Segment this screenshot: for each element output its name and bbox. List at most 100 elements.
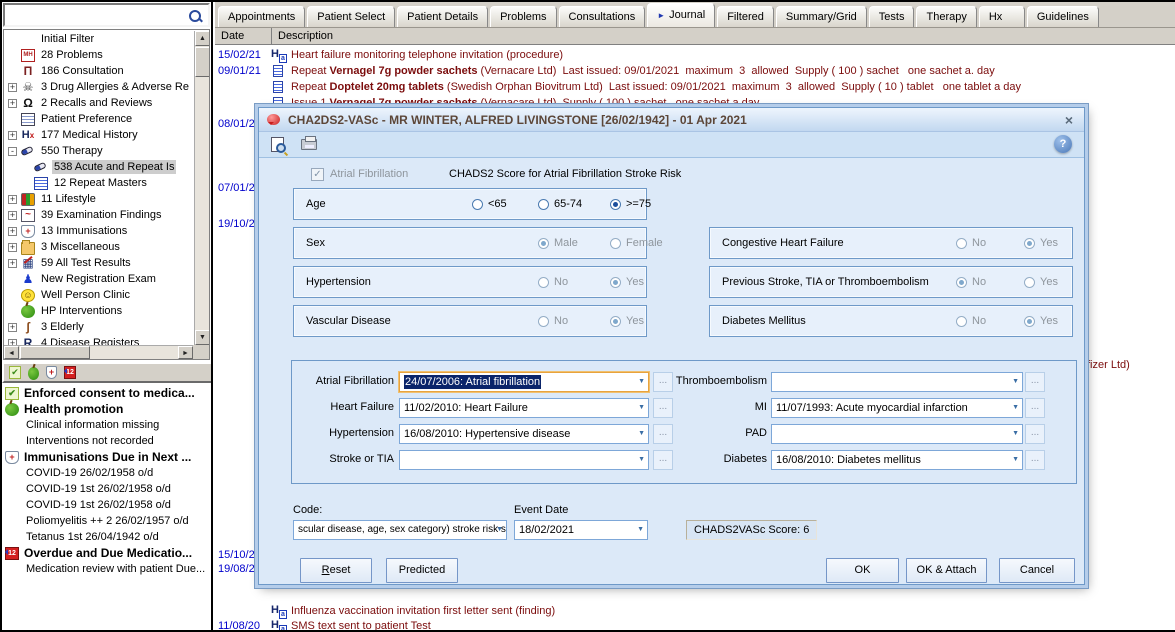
chevron-down-icon[interactable]: ▼ <box>1012 399 1019 417</box>
tree-item-recalls[interactable]: +Ω2 Recalls and Reviews <box>4 95 193 111</box>
browse-button[interactable]: ... <box>1025 424 1045 444</box>
scroll-up-icon[interactable]: ▲ <box>195 31 210 46</box>
alert-header-consent[interactable]: ✔Enforced consent to medica... <box>2 385 211 401</box>
expand-icon[interactable]: + <box>8 131 17 140</box>
browse-button[interactable]: ... <box>1025 372 1045 392</box>
radio-diabetes-no[interactable]: No <box>956 315 986 327</box>
tree-item-therapy[interactable]: -550 Therapy <box>4 143 193 159</box>
af-checkbox[interactable]: ✓ <box>311 168 324 181</box>
tree-item-all-test-results[interactable]: +▦59 All Test Results <box>4 255 193 271</box>
tree-item-lifestyle[interactable]: +11 Lifestyle <box>4 191 193 207</box>
tab-filtered[interactable]: Filtered <box>717 6 774 27</box>
alert-item[interactable]: COVID-19 1st 26/02/1958 o/d <box>2 481 211 497</box>
alert-header-immunisations[interactable]: +Immunisations Due in Next ... <box>2 449 211 465</box>
reset-button[interactable]: Reset <box>300 558 372 583</box>
tree-item-initial-filter[interactable]: Initial Filter <box>4 31 193 47</box>
expand-icon[interactable]: + <box>8 259 17 268</box>
tab-therapy[interactable]: Therapy <box>916 6 976 27</box>
tree-vertical-scrollbar[interactable]: ▲ ▼ <box>194 31 209 345</box>
dialog-titlebar[interactable]: CHA2DS2-VASc - MR WINTER, ALFRED LIVINGS… <box>259 108 1084 132</box>
tree-item-repeat-masters[interactable]: 12 Repeat Masters <box>4 175 193 191</box>
journal-row[interactable]: 11/08/20 Ha SMS text sent to patient Tes… <box>215 618 1175 630</box>
tree-item-examination-findings[interactable]: +~39 Examination Findings <box>4 207 193 223</box>
alert-item[interactable]: Medication review with patient Due... <box>2 561 211 577</box>
tree-item-consultation[interactable]: Π186 Consultation <box>4 63 193 79</box>
scroll-right-icon[interactable]: ► <box>178 346 193 359</box>
hypertension-select[interactable]: 16/08/2010: Hypertensive disease▼ <box>399 424 649 444</box>
collapse-icon[interactable]: - <box>8 147 17 156</box>
expand-icon[interactable]: + <box>8 83 17 92</box>
radio-sex-female[interactable]: Female <box>610 237 663 249</box>
search-input[interactable] <box>3 3 210 27</box>
tree-item-problems[interactable]: MH28 Problems <box>4 47 193 63</box>
tree-item-acute-repeat[interactable]: 538 Acute and Repeat Is <box>4 159 193 175</box>
column-header-date[interactable]: Date <box>215 28 272 44</box>
predicted-button[interactable]: Predicted <box>386 558 458 583</box>
radio-vascular-yes[interactable]: Yes <box>610 315 644 327</box>
apple-icon[interactable] <box>28 367 39 380</box>
browse-button[interactable]: ... <box>1025 398 1045 418</box>
ok-attach-button[interactable]: OK & Attach <box>906 558 987 583</box>
scrollbar-thumb[interactable] <box>195 47 210 77</box>
alert-item[interactable]: Tetanus 1st 26/04/1942 o/d <box>2 529 211 545</box>
event-date-select[interactable]: 18/02/2021▼ <box>514 520 648 540</box>
chevron-down-icon[interactable]: ▼ <box>496 521 503 539</box>
chevron-down-icon[interactable]: ▼ <box>1012 373 1019 391</box>
radio-stroke-no[interactable]: No <box>956 276 986 288</box>
stroke-tia-select[interactable]: ▼ <box>399 450 649 470</box>
pad-select[interactable]: ▼ <box>771 424 1023 444</box>
tab-guidelines[interactable]: Guidelines <box>1027 6 1099 27</box>
heart-failure-select[interactable]: 11/02/2010: Heart Failure▼ <box>399 398 649 418</box>
code-select[interactable]: scular disease, age, sex category) strok… <box>293 520 507 540</box>
radio-sex-male[interactable]: Male <box>538 237 578 249</box>
tab-patient-select[interactable]: Patient Select <box>307 6 395 27</box>
mi-select[interactable]: 11/07/1993: Acute myocardial infarction▼ <box>771 398 1023 418</box>
radio-hypertension-no[interactable]: No <box>538 276 568 288</box>
tree-item-disease-registers[interactable]: +R4 Disease Registers <box>4 335 193 345</box>
meds-due-icon[interactable]: 12 <box>64 366 76 379</box>
tree-item-elderly[interactable]: +ʃ3 Elderly <box>4 319 193 335</box>
expand-icon[interactable]: + <box>8 99 17 108</box>
print-icon[interactable] <box>301 139 317 150</box>
tab-appointments[interactable]: Appointments <box>218 6 305 27</box>
tree-item-drug-allergies[interactable]: +☠3 Drug Allergies & Adverse Re <box>4 79 193 95</box>
expand-icon[interactable]: + <box>8 211 17 220</box>
tab-tests[interactable]: Tests <box>869 6 915 27</box>
tree-item-new-registration[interactable]: ♟New Registration Exam <box>4 271 193 287</box>
browse-button[interactable]: ... <box>1025 450 1045 470</box>
tree-item-medical-history[interactable]: +Hx177 Medical History <box>4 127 193 143</box>
alert-item[interactable]: Interventions not recorded <box>2 433 211 449</box>
tab-problems[interactable]: Problems <box>490 6 556 27</box>
radio-age-lt65[interactable]: <65 <box>472 198 507 210</box>
tree-item-miscellaneous[interactable]: +3 Miscellaneous <box>4 239 193 255</box>
radio-vascular-no[interactable]: No <box>538 315 568 327</box>
search-icon[interactable] <box>188 9 202 23</box>
close-icon[interactable]: × <box>1062 113 1076 127</box>
alert-item[interactable]: COVID-19 26/02/1958 o/d <box>2 465 211 481</box>
tab-journal[interactable]: ►Journal <box>647 3 715 27</box>
journal-row[interactable]: Repeat Doptelet 20mg tablets (Swedish Or… <box>215 79 1175 94</box>
radio-stroke-yes[interactable]: Yes <box>1024 276 1058 288</box>
radio-diabetes-yes[interactable]: Yes <box>1024 315 1058 327</box>
alert-header-overdue-meds[interactable]: 12Overdue and Due Medicatio... <box>2 545 211 561</box>
alert-item[interactable]: Clinical information missing <box>2 417 211 433</box>
radio-hypertension-yes[interactable]: Yes <box>610 276 644 288</box>
ok-button[interactable]: OK <box>826 558 899 583</box>
diabetes-select[interactable]: 16/08/2010: Diabetes mellitus▼ <box>771 450 1023 470</box>
cancel-button[interactable]: Cancel <box>999 558 1075 583</box>
expand-icon[interactable]: + <box>8 323 17 332</box>
journal-row[interactable]: 15/02/21 Ha Heart failure monitoring tel… <box>215 47 1175 62</box>
tree-item-well-person[interactable]: ☺Well Person Clinic <box>4 287 193 303</box>
journal-row[interactable]: Ha Influenza vaccination invitation firs… <box>215 603 1175 618</box>
atrial-fibrillation-select[interactable]: 24/07/2006: Atrial fibrillation▼ <box>399 372 649 392</box>
expand-icon[interactable]: + <box>8 243 17 252</box>
help-icon[interactable]: ? <box>1054 135 1072 153</box>
radio-age-65-74[interactable]: 65-74 <box>538 198 582 210</box>
expand-icon[interactable]: + <box>8 227 17 236</box>
journal-row[interactable]: 09/01/21 Repeat Vernagel 7g powder sache… <box>215 63 1175 78</box>
expand-icon[interactable]: + <box>8 195 17 204</box>
thromboembolism-select[interactable]: ▼ <box>771 372 1023 392</box>
tab-hx[interactable]: Hx <box>979 6 1025 27</box>
radio-chf-yes[interactable]: Yes <box>1024 237 1058 249</box>
consent-icon[interactable]: ✔ <box>9 366 21 379</box>
